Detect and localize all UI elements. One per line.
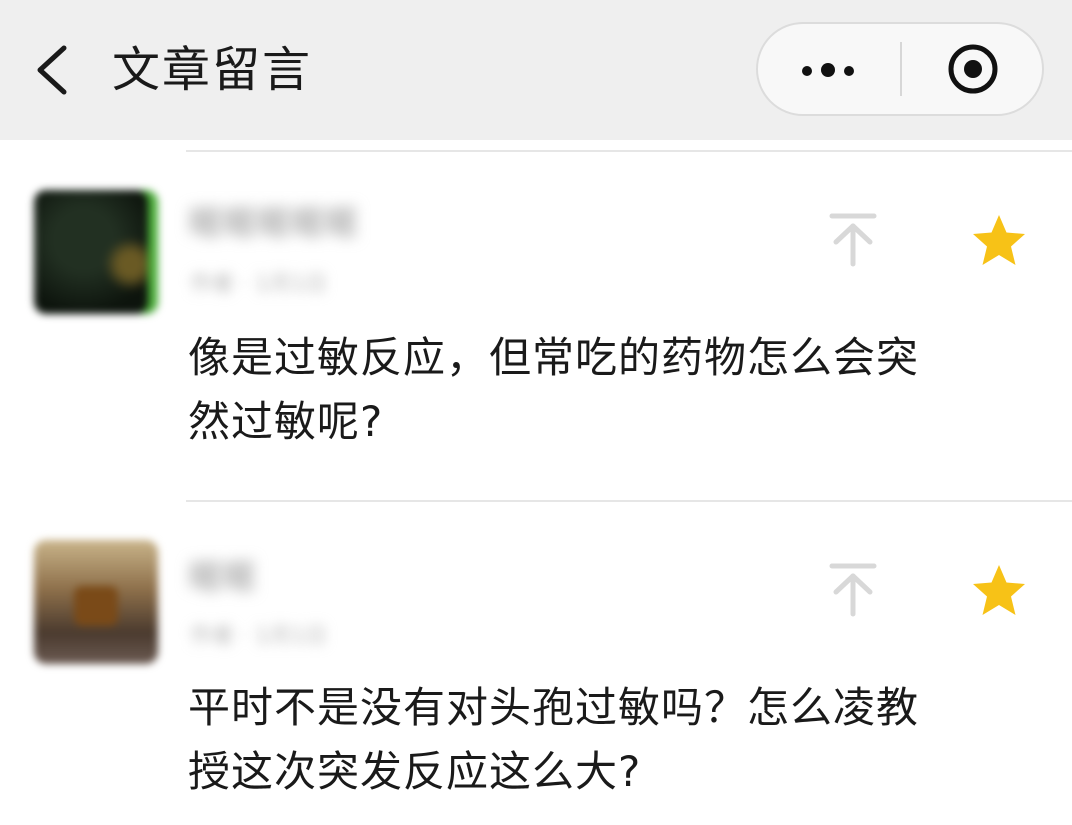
star-button[interactable] xyxy=(970,212,1028,270)
top-divider xyxy=(186,150,1072,152)
pin-to-top-button[interactable] xyxy=(826,560,880,620)
star-button[interactable] xyxy=(970,562,1028,620)
close-button[interactable] xyxy=(902,24,1042,114)
pin-to-top-icon xyxy=(829,563,877,617)
star-icon xyxy=(973,215,1025,265)
comment-nickname[interactable]: 暱暱暱暱暱 xyxy=(188,202,358,246)
pin-to-top-icon xyxy=(829,213,877,267)
target-circle-icon xyxy=(948,44,998,94)
comment-nickname[interactable]: 暱暱 xyxy=(188,556,256,600)
comment-divider xyxy=(186,500,1072,502)
avatar[interactable] xyxy=(34,540,158,664)
comment-meta: 作者 · 1月1日 xyxy=(190,624,327,649)
back-button[interactable] xyxy=(28,38,84,102)
page-title: 文章留言 xyxy=(112,42,313,98)
avatar[interactable] xyxy=(34,190,158,314)
navigation-bar: 文章留言 xyxy=(0,0,1072,140)
pin-to-top-button[interactable] xyxy=(826,210,880,270)
star-icon xyxy=(973,565,1025,615)
comment-text: 像是过敏反应，但常吃的药物怎么会突 然过敏呢? xyxy=(188,333,920,446)
comment-text: 平时不是没有对头孢过敏吗？怎么凌教 授这次突发反应这么大? xyxy=(188,683,920,796)
comment-meta: 作者 · 1月1日 xyxy=(190,272,327,297)
more-button[interactable] xyxy=(758,24,900,114)
mini-program-capsule xyxy=(756,22,1044,116)
chevron-left-icon xyxy=(37,45,67,95)
